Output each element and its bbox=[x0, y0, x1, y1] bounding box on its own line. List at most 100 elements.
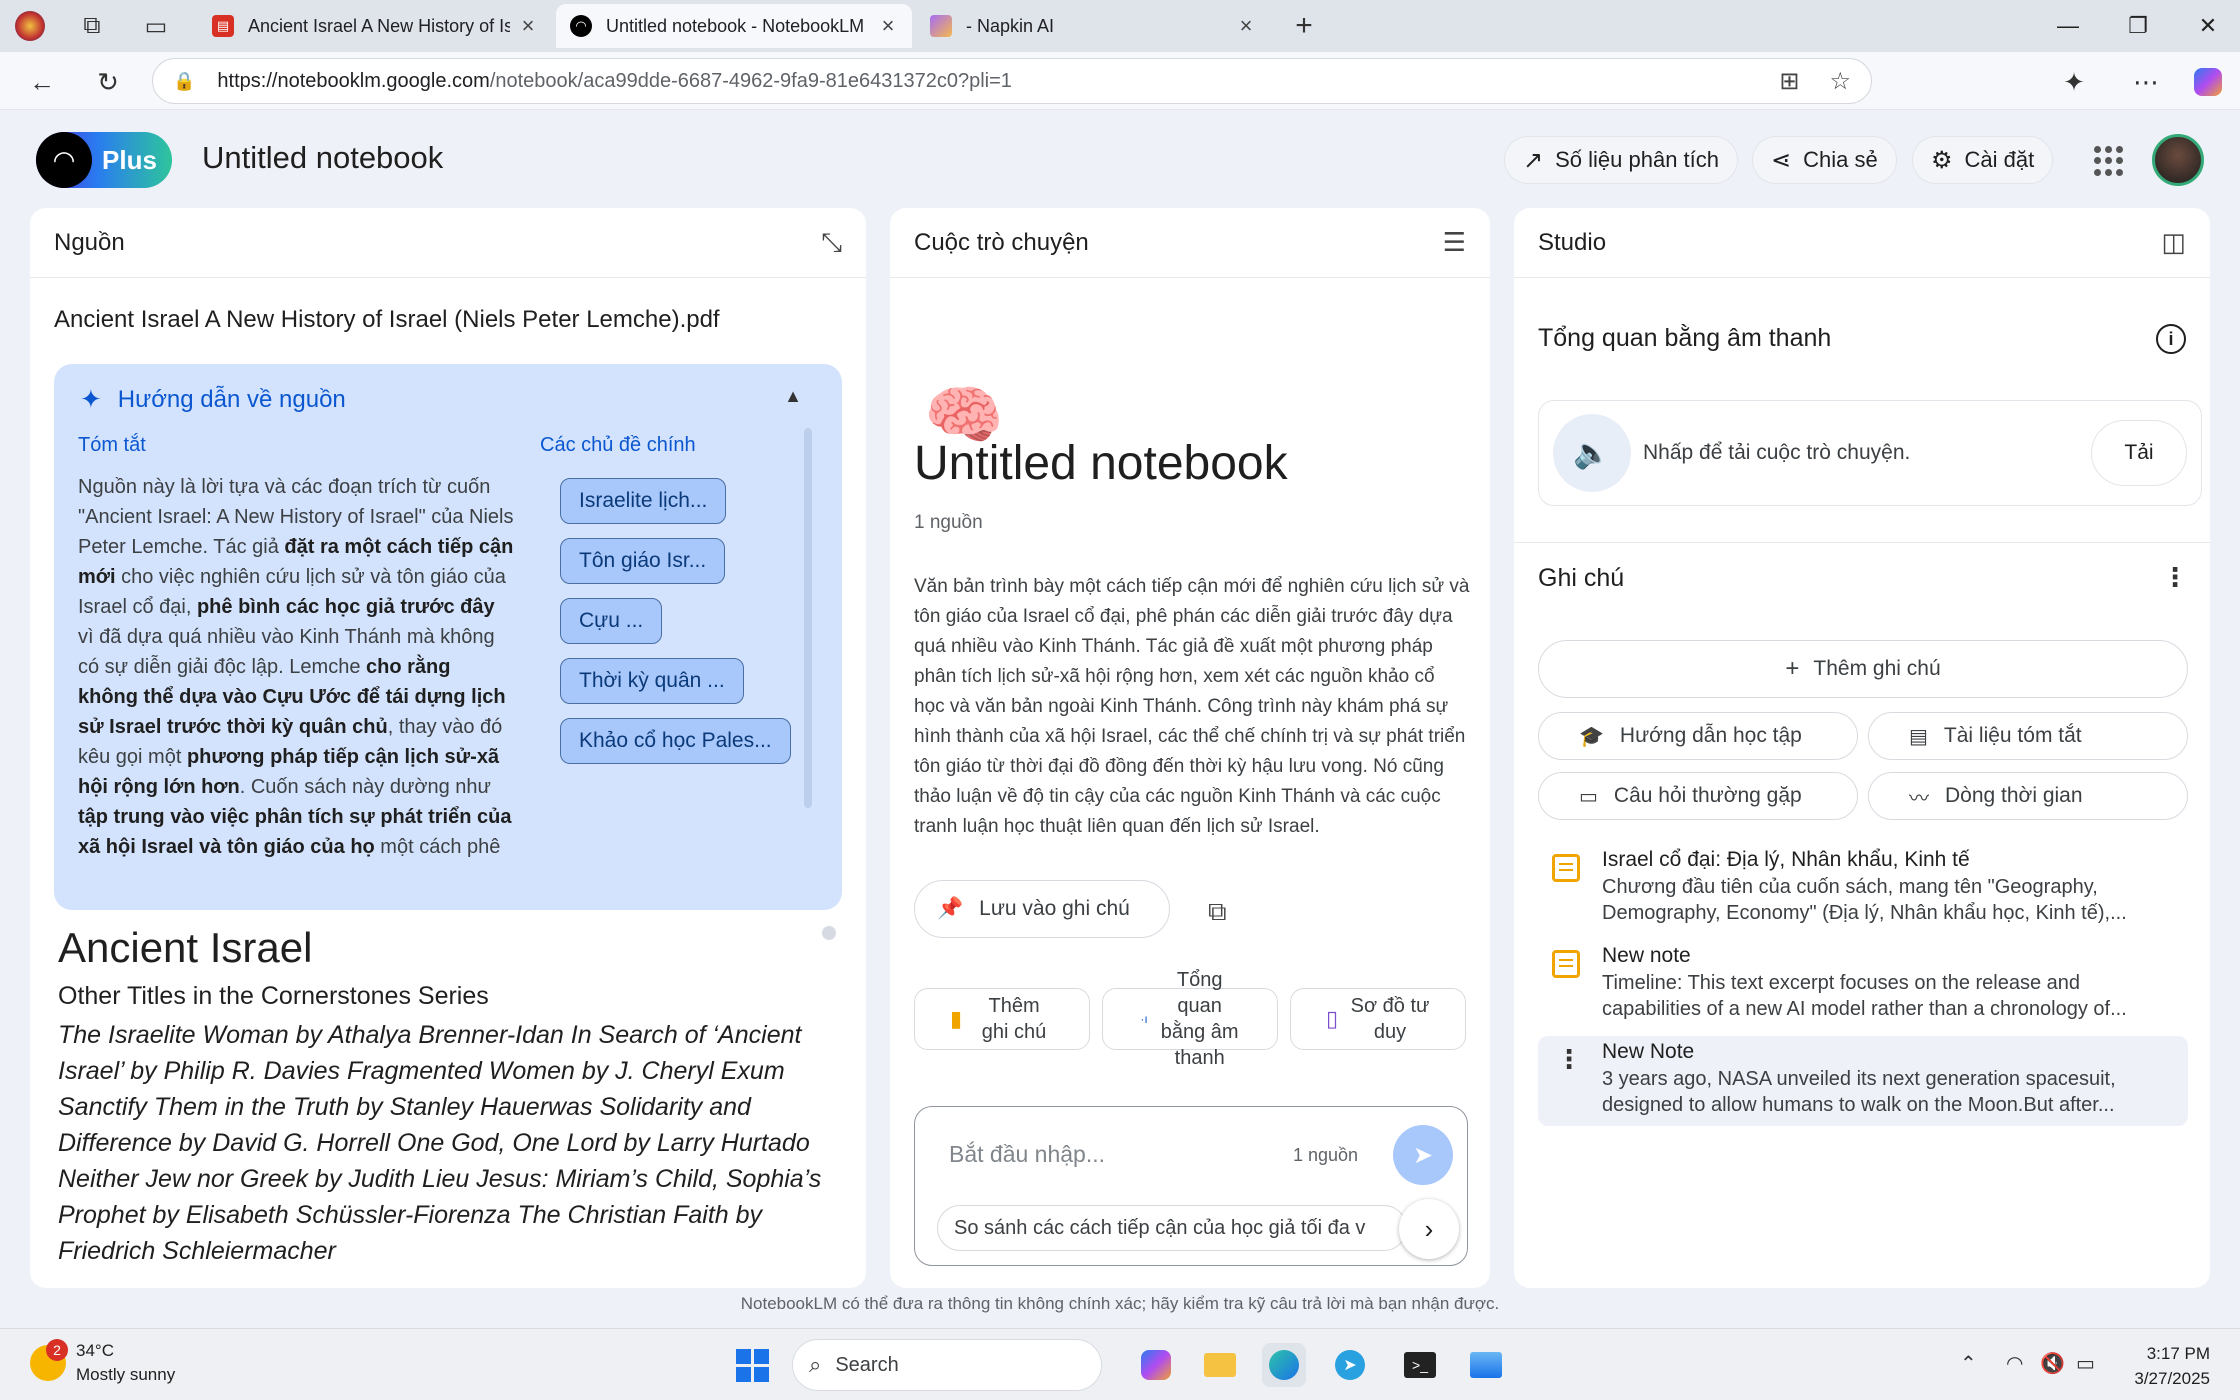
mind-map-suggestion[interactable]: ▯ Sơ đồ tư duy bbox=[1290, 988, 1466, 1050]
terminal-icon[interactable]: >_ bbox=[1398, 1343, 1442, 1387]
photos-icon[interactable] bbox=[1464, 1343, 1508, 1387]
source-file-name: Ancient Israel A New History of Israel (… bbox=[54, 306, 720, 333]
notes-menu-icon[interactable]: ⋮ bbox=[2162, 562, 2188, 593]
wifi-icon[interactable]: ◠ bbox=[2006, 1351, 2023, 1376]
tab-napkin[interactable]: - Napkin AI × bbox=[916, 4, 1270, 48]
browser-toolbar: ← ↻ 🔒 https://notebooklm.google.com/note… bbox=[0, 52, 2240, 110]
chevron-right-icon[interactable]: › bbox=[1399, 1199, 1459, 1259]
address-bar[interactable]: 🔒 https://notebooklm.google.com/notebook… bbox=[152, 58, 1872, 104]
close-tab-icon[interactable]: × bbox=[1236, 13, 1256, 39]
studio-panel: Studio ◫ Tổng quan bằng âm thanh i 🔈 Nhấ… bbox=[1514, 208, 2210, 1288]
trending-up-icon: ↗ bbox=[1523, 146, 1544, 174]
chat-composer[interactable]: Bắt đầu nhập... 1 nguồn ➤ So sánh các cá… bbox=[914, 1106, 1468, 1266]
search-label: Search bbox=[835, 1353, 899, 1376]
chevron-up-icon[interactable]: ⌃ bbox=[1960, 1351, 1977, 1376]
topics-label: Các chủ đề chính bbox=[540, 434, 696, 456]
tab-actions-icon[interactable]: ▭ bbox=[138, 8, 174, 44]
timeline-button[interactable]: 〰 Dòng thời gian bbox=[1868, 772, 2188, 820]
source-guide-title: Hướng dẫn về nguồn bbox=[117, 385, 346, 413]
collapse-panel-icon[interactable]: ⤡ bbox=[821, 227, 842, 259]
add-note-suggestion[interactable]: ▮ Thêm ghi chú bbox=[914, 988, 1090, 1050]
settings-button[interactable]: ⚙ Cài đặt bbox=[1912, 136, 2054, 184]
new-tab-button[interactable]: + bbox=[1286, 8, 1322, 44]
analytics-button[interactable]: ↗ Số liệu phân tích bbox=[1504, 136, 1739, 184]
chat-input[interactable]: Bắt đầu nhập... bbox=[949, 1141, 1105, 1168]
sun-icon: 2 bbox=[30, 1339, 68, 1381]
summary-text: . Cuốn sách này dường như bbox=[239, 776, 491, 798]
save-to-note-button[interactable]: 📌 Lưu vào ghi chú bbox=[914, 880, 1170, 938]
source-body: The Israelite Woman by Athalya Brenner-I… bbox=[58, 1021, 822, 1265]
add-note-button[interactable]: + Thêm ghi chú bbox=[1538, 640, 2188, 698]
plus-badge[interactable]: ◠ Plus bbox=[36, 132, 172, 188]
app-header: ◠ Plus Untitled notebook ↗ Số liệu phân … bbox=[0, 110, 2240, 206]
workspaces-icon[interactable]: ⧉ bbox=[74, 8, 110, 44]
pdf-icon: ▤ bbox=[212, 15, 234, 37]
study-guide-button[interactable]: 🎓 Hướng dẫn học tập bbox=[1538, 712, 1858, 760]
send-button[interactable]: ➤ bbox=[1393, 1125, 1453, 1185]
avatar[interactable] bbox=[2152, 134, 2204, 186]
topic-chip[interactable]: Cựu ... bbox=[560, 598, 663, 644]
audio-overview-suggestion[interactable]: ·ı Tổng quan bằng âm thanh bbox=[1102, 969, 1278, 1069]
share-button[interactable]: ⋖ Chia sẻ bbox=[1752, 136, 1897, 184]
close-tab-icon[interactable]: × bbox=[878, 13, 898, 39]
audio-wave-icon: ·ı bbox=[1140, 1012, 1148, 1026]
telegram-icon[interactable]: ➤ bbox=[1328, 1343, 1372, 1387]
extensions-icon[interactable]: ✦ bbox=[2054, 62, 2094, 102]
edge-icon[interactable] bbox=[1262, 1343, 1306, 1387]
file-explorer-icon[interactable] bbox=[1198, 1343, 1242, 1387]
topic-chip[interactable]: Khảo cổ học Pales... bbox=[560, 718, 791, 764]
weather-widget[interactable]: 2 34°C Mostly sunny bbox=[30, 1339, 175, 1387]
note-menu-icon[interactable]: ⋮ bbox=[1556, 1044, 1582, 1075]
notebook-title[interactable]: Untitled notebook bbox=[202, 140, 443, 176]
chip-label: Tài liệu tóm tắt bbox=[1943, 724, 2082, 747]
tab-title: - Napkin AI bbox=[966, 15, 1055, 36]
suggested-question[interactable]: So sánh các cách tiếp cận của học giả tố… bbox=[937, 1205, 1407, 1251]
toggle-panel-icon[interactable]: ◫ bbox=[2161, 227, 2186, 258]
google-apps-icon[interactable] bbox=[2094, 146, 2124, 176]
guide-scrollbar[interactable] bbox=[804, 428, 812, 808]
topic-chip[interactable]: Thời kỳ quân ... bbox=[560, 658, 744, 704]
tab-notebooklm[interactable]: ◠ Untitled notebook - NotebookLM × bbox=[556, 4, 912, 48]
topic-chip[interactable]: Israelite lịch... bbox=[560, 478, 727, 524]
copy-icon[interactable]: ⧉ bbox=[1208, 896, 1227, 928]
taskbar-search[interactable]: ⌕ Search bbox=[792, 1339, 1102, 1391]
more-menu-icon[interactable]: ⋯ bbox=[2126, 62, 2166, 102]
url-text: https://notebooklm.google.com/notebook/a… bbox=[217, 70, 1749, 93]
lock-icon: 🔒 bbox=[173, 70, 196, 91]
info-icon[interactable]: i bbox=[2156, 324, 2186, 354]
start-icon[interactable] bbox=[730, 1343, 774, 1387]
briefing-doc-button[interactable]: ▤ Tài liệu tóm tắt bbox=[1868, 712, 2188, 760]
volume-icon[interactable]: 🔇 bbox=[2040, 1351, 2065, 1376]
source-guide-header[interactable]: ✦ Hướng dẫn về nguồn bbox=[80, 384, 346, 415]
note-item[interactable]: ⋮ New Note 3 years ago, NASA unveiled it… bbox=[1538, 1036, 2188, 1126]
suggestion-label: Sơ đồ tư duy bbox=[1350, 995, 1430, 1043]
save-to-note-label: Lưu vào ghi chú bbox=[979, 897, 1130, 920]
topic-chip[interactable]: Tôn giáo Isr... bbox=[560, 538, 726, 584]
system-clock[interactable]: 3:17 PM 3/27/2025 bbox=[2134, 1341, 2210, 1391]
restore-icon[interactable]: ❐ bbox=[2110, 6, 2166, 46]
faq-button[interactable]: ▭ Câu hỏi thường gặp bbox=[1538, 772, 1858, 820]
close-tab-icon[interactable]: × bbox=[518, 13, 538, 39]
summary-emphasis: phê bình các học giả trước đây bbox=[196, 596, 495, 618]
search-icon: ⌕ bbox=[809, 1352, 822, 1377]
disclaimer: NotebookLM có thể đưa ra thông tin không… bbox=[740, 1294, 1500, 1313]
minimize-icon[interactable]: — bbox=[2040, 6, 2096, 46]
battery-icon[interactable]: ▭ bbox=[2076, 1351, 2095, 1376]
note-item[interactable]: New note Timeline: This text excerpt foc… bbox=[1538, 944, 2188, 1024]
refresh-icon[interactable]: ↻ bbox=[88, 62, 128, 102]
favorite-star-icon[interactable]: ☆ bbox=[1829, 67, 1851, 96]
split-screen-icon[interactable]: ⊞ bbox=[1779, 67, 1799, 96]
sources-title: Nguồn bbox=[54, 228, 125, 256]
share-icon: ⋖ bbox=[1771, 146, 1792, 174]
profile-icon[interactable] bbox=[12, 8, 48, 44]
tab-pdf[interactable]: ▤ Ancient Israel A New History of Is × bbox=[198, 4, 552, 48]
note-item[interactable]: Israel cổ đại: Địa lý, Nhân khẩu, Kinh t… bbox=[1538, 848, 2188, 928]
copilot-icon[interactable] bbox=[2188, 62, 2228, 102]
close-window-icon[interactable]: ✕ bbox=[2180, 6, 2236, 46]
copilot-taskbar-icon[interactable] bbox=[1134, 1343, 1178, 1387]
load-audio-button[interactable]: Tải bbox=[2091, 420, 2187, 486]
tune-icon[interactable]: ☰ bbox=[1443, 227, 1466, 258]
back-icon[interactable]: ← bbox=[22, 62, 62, 102]
chevron-up-icon[interactable]: ▲ bbox=[784, 386, 802, 407]
speaker-icon: 🔈 bbox=[1553, 414, 1631, 492]
